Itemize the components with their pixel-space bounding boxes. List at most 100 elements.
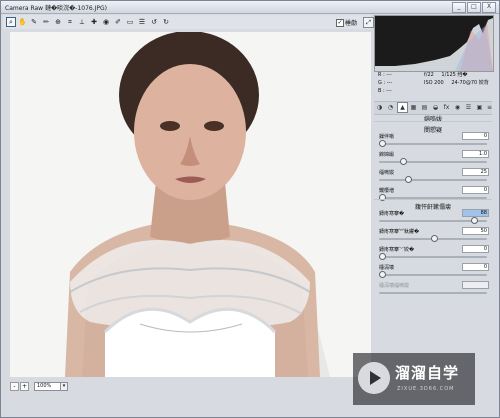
blue-label: B : xyxy=(378,88,385,94)
sharpen-slider-label: 鏁伴噺 xyxy=(379,134,395,140)
panel-menu-icon[interactable]: ≡ xyxy=(485,103,494,112)
detail-tab-icon[interactable]: ▲ xyxy=(397,102,408,113)
checkbox-tick-icon[interactable]: ✓ xyxy=(336,18,344,27)
camera-calibration-tab-icon[interactable]: ◉ xyxy=(453,103,462,112)
window-title: Camera Raw 鏈�晱浣�-1076.JPG) xyxy=(5,5,108,12)
watermark-title: 溜溜自学 xyxy=(395,364,460,382)
adjustment-brush-icon[interactable]: ✐ xyxy=(114,18,122,26)
gradient-filter-icon[interactable]: ▭ xyxy=(126,18,134,26)
tone-curve-tab-icon[interactable]: ◔ xyxy=(386,103,395,112)
red-eye-icon[interactable]: ◉ xyxy=(102,18,110,26)
zoom-level-field[interactable]: 100% xyxy=(34,382,62,391)
sharpen-slider-value[interactable]: 0 xyxy=(462,132,489,140)
sharpen-slider-thumb[interactable] xyxy=(379,140,386,147)
noise-slider-value[interactable] xyxy=(462,281,489,289)
rotate-cw-icon[interactable]: ↻ xyxy=(162,18,170,26)
noise-slider-thumb[interactable] xyxy=(471,217,478,224)
red-label: R : xyxy=(378,72,385,78)
watermark-logo-icon xyxy=(358,362,390,394)
noise-slider-label: 鏄庝寒搴︾粏鑺� xyxy=(379,229,420,235)
aperture-value: f/22 xyxy=(424,72,434,78)
noise-slider-label: 棰滆壊缁嗚妭 xyxy=(379,283,410,289)
green-value: --- xyxy=(386,80,393,86)
zoom-in-button[interactable]: + xyxy=(20,382,29,391)
sharpen-slider-label: 缁嗚妭 xyxy=(379,170,395,176)
sharpen-slider-row: 鏁伴噺 0 xyxy=(379,132,489,151)
histogram-graph xyxy=(375,16,493,71)
green-label: G : xyxy=(378,80,386,86)
preferences-icon[interactable]: ☰ xyxy=(138,18,146,26)
white-balance-icon[interactable]: ✎ xyxy=(30,18,38,26)
preview-checkbox[interactable]: ✓ 棰勮 xyxy=(336,18,357,27)
title-bar: Camera Raw 鏈�晱浣�-1076.JPG) _ □ X xyxy=(1,1,499,14)
hsl-tab-icon[interactable]: ▦ xyxy=(409,103,418,112)
presets-tab-icon[interactable]: ☰ xyxy=(464,103,473,112)
sharpen-slider-label: 钂欑増 xyxy=(379,188,395,194)
window-controls: _ □ X xyxy=(452,2,496,13)
adjustment-panel: R : --- G : --- B : --- f/22 1/125 绉� IS… xyxy=(374,15,494,294)
noise-slider-track[interactable] xyxy=(379,256,487,258)
preview-label: 棰勮 xyxy=(345,20,358,27)
snapshots-tab-icon[interactable]: ▣ xyxy=(475,103,484,112)
spot-removal-icon[interactable]: ✚ xyxy=(90,18,98,26)
zoom-icon[interactable]: ⌕ xyxy=(6,17,16,27)
sharpen-slider-value[interactable]: 25 xyxy=(462,168,489,176)
noise-slider-label: 鏄庝寒搴� xyxy=(379,211,405,217)
panel-tabs: ◑ ◔ ▲ ▦ ▤ ◒ fx ◉ ☰ ▣ ≡ xyxy=(374,101,492,115)
noise-slider-thumb[interactable] xyxy=(379,253,386,260)
sharpen-slider-row: 缁嗚妭 25 xyxy=(379,168,489,187)
straighten-icon[interactable]: ⟂ xyxy=(78,18,86,26)
noise-slider-label: 鏄庝寒搴﹀姣� xyxy=(379,247,415,253)
sharpen-slider-value[interactable]: 1.0 xyxy=(462,150,489,158)
split-tone-tab-icon[interactable]: ▤ xyxy=(420,103,429,112)
histogram xyxy=(374,15,494,72)
noise-slider-track[interactable] xyxy=(379,292,487,294)
noise-slider-row: 棰滆壊 0 xyxy=(379,263,489,282)
target-adjust-icon[interactable]: ⊕ xyxy=(54,18,62,26)
camera-readout: R : --- G : --- B : --- f/22 1/125 绉� IS… xyxy=(374,71,492,97)
color-sampler-icon[interactable]: ✏ xyxy=(42,18,50,26)
noise-slider-label: 棰滆壊 xyxy=(379,265,395,271)
rotate-ccw-icon[interactable]: ↺ xyxy=(150,18,158,26)
noise-slider-track[interactable] xyxy=(379,274,487,276)
sharpen-slider-value[interactable]: 0 xyxy=(462,186,489,194)
noise-slider-value[interactable]: 0 xyxy=(462,263,489,271)
camera-raw-window: Camera Raw 鏈�晱浣�-1076.JPG) _ □ X ⌕ ✋ ✎ ✏… xyxy=(0,0,500,418)
noise-slider-value[interactable]: 50 xyxy=(462,227,489,235)
sharpen-slider-row: 鍗婂緞 1.0 xyxy=(379,150,489,169)
red-value: --- xyxy=(386,72,392,78)
sharpen-slider-thumb[interactable] xyxy=(405,176,412,183)
shutter-value: 1/125 绉� xyxy=(441,72,468,78)
image-preview[interactable] xyxy=(10,32,371,377)
toolbar: ⌕ ✋ ✎ ✏ ⊕ ⌗ ⟂ ✚ ◉ ✐ ▭ ☰ ↺ ↻ ✓ 棰勮 ⤢ xyxy=(3,15,374,29)
noise-slider-row: 鏄庝寒搴� 88 xyxy=(379,209,489,228)
noise-slider-value[interactable]: 0 xyxy=(462,245,489,253)
noise-slider-thumb[interactable] xyxy=(379,271,386,278)
divider xyxy=(374,199,492,200)
zoom-out-button[interactable]: - xyxy=(10,382,19,391)
fullscreen-button[interactable]: ⤢ xyxy=(363,17,374,28)
sharpen-slider-track[interactable] xyxy=(379,143,487,145)
sharpen-slider-track[interactable] xyxy=(379,161,487,163)
noise-slider-thumb[interactable] xyxy=(431,235,438,242)
zoom-dropdown[interactable]: ▾ xyxy=(60,382,68,391)
hand-icon[interactable]: ✋ xyxy=(18,18,27,26)
zoom-bar: - + 100% ▾ xyxy=(10,381,371,392)
noise-slider-row: 棰滆壊缁嗚妭 xyxy=(379,281,489,300)
watermark-subtitle: ZIXUE.3D66.COM xyxy=(397,386,455,392)
bride-photo xyxy=(10,32,371,377)
iso-value: ISO 200 xyxy=(424,80,444,86)
sharpen-slider-track[interactable] xyxy=(379,179,487,181)
maximize-button[interactable]: □ xyxy=(467,2,481,13)
noise-slider-row: 鏄庝寒搴﹀姣� 0 xyxy=(379,245,489,264)
noise-slider-value[interactable]: 88 xyxy=(462,209,489,217)
basic-tab-icon[interactable]: ◑ xyxy=(375,103,384,112)
sharpen-slider-thumb[interactable] xyxy=(400,158,407,165)
close-button[interactable]: X xyxy=(482,2,496,13)
lens-tab-icon[interactable]: ◒ xyxy=(431,103,440,112)
minimize-button[interactable]: _ xyxy=(452,2,466,13)
watermark: 溜溜自学 ZIXUE.3D66.COM xyxy=(353,353,475,405)
crop-icon[interactable]: ⌗ xyxy=(66,18,74,26)
effects-tab-icon[interactable]: fx xyxy=(442,103,451,112)
blue-value: --- xyxy=(386,88,392,94)
